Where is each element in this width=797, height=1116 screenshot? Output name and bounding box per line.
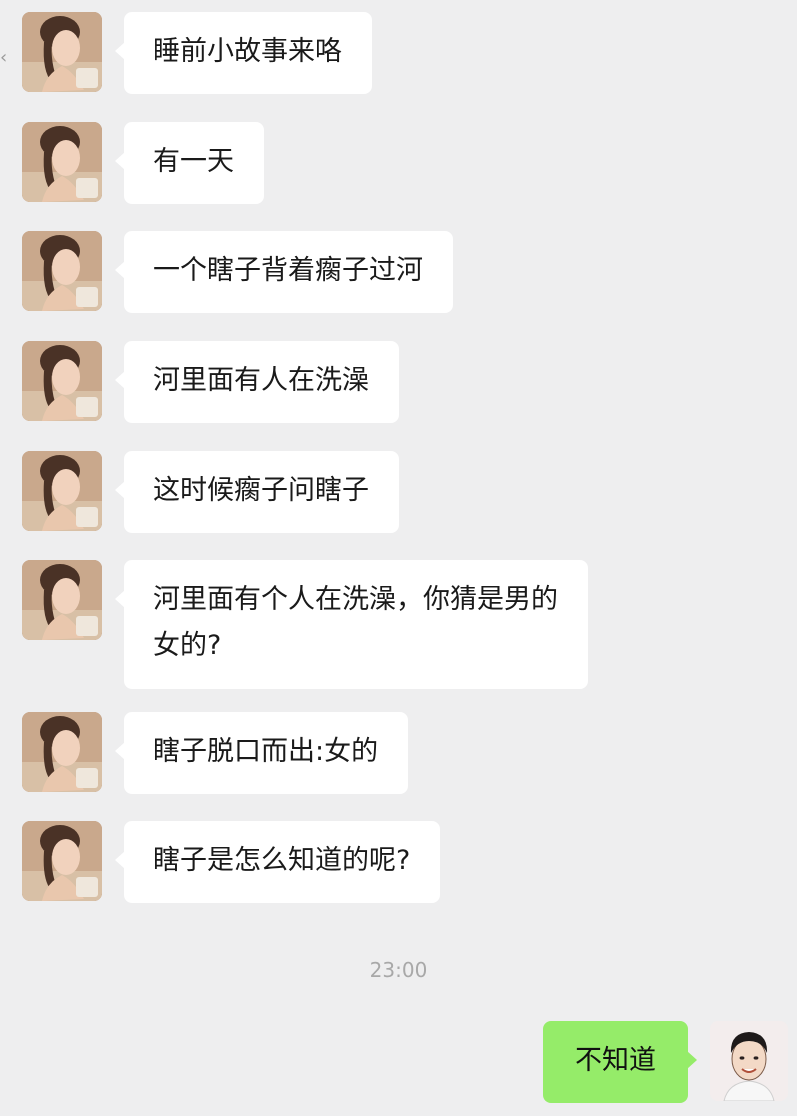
incoming-message-bubble[interactable]: 河里面有人在洗澡 xyxy=(115,341,399,423)
girl-avatar-icon[interactable] xyxy=(22,341,102,421)
message-row: 瞎子是怎么知道的呢? xyxy=(22,821,441,903)
message-row: 一个瞎子背着瘸子过河 xyxy=(22,231,453,313)
message-row: 这时候瘸子问瞎子 xyxy=(22,451,399,533)
message-row: 瞎子脱口而出:女的 xyxy=(22,712,409,794)
girl-avatar-icon[interactable] xyxy=(22,560,102,640)
incoming-message-bubble[interactable]: 有一天 xyxy=(115,122,264,204)
incoming-message-bubble[interactable]: 河里面有个人在洗澡，你猜是男的 女的? xyxy=(115,560,588,689)
girl-avatar-icon[interactable] xyxy=(22,12,102,92)
message-row: 有一天 xyxy=(22,122,264,204)
girl-avatar-icon[interactable] xyxy=(22,231,102,311)
boy-avatar-icon[interactable] xyxy=(710,1021,788,1101)
message-row: 河里面有人在洗澡 xyxy=(22,341,399,423)
girl-avatar-icon[interactable] xyxy=(22,821,102,901)
message-row: 睡前小故事来咯 xyxy=(22,12,372,94)
girl-avatar-icon[interactable] xyxy=(22,122,102,202)
incoming-message-bubble[interactable]: 瞎子脱口而出:女的 xyxy=(114,712,409,794)
message-timestamp: 23:00 xyxy=(369,958,428,982)
girl-avatar-icon[interactable] xyxy=(22,712,102,792)
incoming-message-bubble[interactable]: 一个瞎子背着瘸子过河 xyxy=(115,231,453,313)
girl-avatar-icon[interactable] xyxy=(22,451,102,531)
incoming-message-bubble[interactable]: 这时候瘸子问瞎子 xyxy=(115,451,399,533)
incoming-message-bubble[interactable]: 睡前小故事来咯 xyxy=(115,12,372,94)
message-row: 河里面有个人在洗澡，你猜是男的 女的? xyxy=(22,560,588,689)
outgoing-message-bubble[interactable]: 不知道 xyxy=(543,1021,697,1103)
back-chevron-icon[interactable]: ‹ xyxy=(0,45,8,71)
incoming-message-bubble[interactable]: 瞎子是怎么知道的呢? xyxy=(114,821,441,903)
message-row-outgoing: 不知道 xyxy=(543,1021,788,1103)
chat-view: ‹ 睡前小故事来咯 有一天 一个瞎子背着瘸子过河 河里面有人在洗澡 这时候瘸子问… xyxy=(0,0,797,1116)
